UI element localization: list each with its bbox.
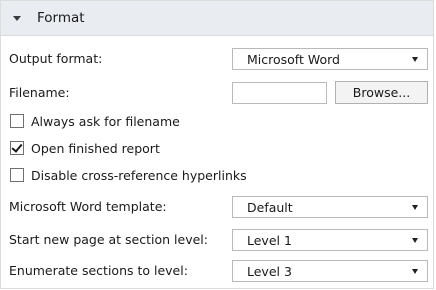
- open-finished-checkbox[interactable]: [10, 141, 24, 155]
- new-page-level-label: Start new page at section level:: [9, 232, 208, 247]
- output-format-value: Microsoft Word: [247, 51, 340, 67]
- dropdown-arrow-icon: [412, 204, 418, 210]
- output-format-label: Output format:: [9, 51, 103, 66]
- chevron-down-icon[interactable]: [13, 15, 21, 21]
- browse-button[interactable]: Browse...: [335, 81, 428, 104]
- word-template-select[interactable]: Default: [232, 196, 428, 218]
- filename-input[interactable]: [232, 82, 327, 104]
- filename-label: Filename:: [9, 85, 70, 100]
- dropdown-arrow-icon: [412, 268, 418, 274]
- disable-xref-label: Disable cross-reference hyperlinks: [31, 167, 247, 183]
- always-ask-filename-option[interactable]: Always ask for filename: [10, 112, 180, 130]
- disable-xref-checkbox[interactable]: [10, 168, 24, 182]
- new-page-level-value: Level 1: [247, 232, 292, 248]
- format-section-header[interactable]: Format: [1, 1, 433, 36]
- dropdown-arrow-icon: [412, 237, 418, 243]
- word-template-value: Default: [247, 199, 293, 215]
- dropdown-arrow-icon: [412, 56, 418, 62]
- disable-xref-option[interactable]: Disable cross-reference hyperlinks: [10, 166, 247, 184]
- new-page-level-select[interactable]: Level 1: [232, 229, 428, 251]
- enumerate-level-select[interactable]: Level 3: [232, 260, 428, 282]
- checkmark-icon: [11, 141, 23, 153]
- always-ask-label: Always ask for filename: [31, 113, 180, 129]
- always-ask-checkbox[interactable]: [10, 114, 24, 128]
- format-settings-panel: Format Output format: Microsoft Word Fil…: [0, 0, 434, 289]
- section-title: Format: [37, 10, 85, 26]
- open-finished-report-option[interactable]: Open finished report: [10, 139, 160, 157]
- word-template-label: Microsoft Word template:: [9, 199, 167, 214]
- enumerate-level-value: Level 3: [247, 263, 292, 279]
- enumerate-level-label: Enumerate sections to level:: [9, 263, 188, 278]
- output-format-select[interactable]: Microsoft Word: [232, 48, 428, 70]
- open-finished-label: Open finished report: [31, 140, 160, 156]
